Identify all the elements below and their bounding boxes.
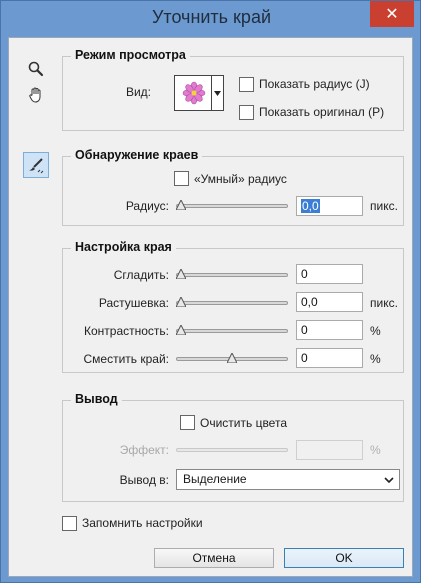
output-title: Вывод [71,392,122,406]
close-icon: ✕ [385,6,399,23]
dialog-body: Режим просмотра Вид: Показать радиус (J)… [8,37,413,577]
title-bar: Уточнить край ✕ [1,1,421,37]
contrast-unit: % [370,324,381,338]
show-original-label: Показать оригинал (P) [259,105,385,119]
slider-thumb[interactable] [176,269,186,279]
refine-edge-dialog: Уточнить край ✕ Режим просмотра Вид: Пок… [0,0,421,583]
contrast-slider[interactable] [176,325,288,337]
view-preview [177,78,211,108]
flower-icon [182,81,206,105]
amount-slider [176,444,288,456]
hand-tool[interactable] [23,82,49,108]
remember-settings-label: Запомнить настройки [82,516,203,530]
show-original-checkbox[interactable] [239,105,254,120]
show-radius-label: Показать радиус (J) [259,77,370,91]
refine-radius-tool[interactable] [23,152,49,178]
feather-unit: пикс. [370,296,398,310]
shift-edge-input[interactable]: 0 [296,348,363,368]
view-label: Вид: [125,85,151,99]
smooth-slider[interactable] [176,269,288,281]
show-radius-checkbox[interactable] [239,77,254,92]
smooth-input[interactable]: 0 [296,264,363,284]
amount-label: Эффект: [119,443,169,457]
radius-input[interactable]: 0,0 [296,196,363,216]
slider-track [176,448,288,452]
radius-value: 0,0 [301,199,320,213]
decontaminate-label: Очистить цвета [200,416,287,430]
slider-thumb[interactable] [227,353,237,363]
adjust-edge-title: Настройка края [71,240,176,254]
view-dropdown-toggle[interactable] [211,76,223,110]
zoom-tool[interactable] [23,56,49,82]
cancel-button[interactable]: Отмена [154,548,274,568]
zoom-icon [28,61,44,77]
ok-button[interactable]: OK [284,548,404,568]
view-picker[interactable] [174,75,224,111]
amount-unit: % [370,443,381,457]
smooth-label: Сгладить: [113,268,169,282]
output-to-label: Вывод в: [119,473,169,487]
output-group: Вывод Очистить цвета Эффект: % Вывод в: … [62,392,404,502]
window-title: Уточнить край [151,7,272,27]
close-button[interactable]: ✕ [370,1,414,27]
shift-edge-slider[interactable] [176,353,288,365]
output-to-value: Выделение [183,472,247,486]
smart-radius-checkbox[interactable] [174,171,189,186]
contrast-label: Контрастность: [83,324,169,338]
contrast-input[interactable]: 0 [296,320,363,340]
view-mode-group: Режим просмотра Вид: Показать радиус (J)… [62,48,404,131]
decontaminate-checkbox[interactable] [180,415,195,430]
view-mode-title: Режим просмотра [71,48,190,62]
edge-detection-title: Обнаружение краев [71,148,203,162]
hand-icon [29,87,41,103]
slider-track [176,329,288,333]
slider-track [176,204,288,208]
chevron-down-icon [384,477,394,484]
remember-settings-checkbox[interactable] [62,516,77,531]
feather-label: Растушевка: [98,296,169,310]
radius-unit: пикс. [370,199,398,213]
radius-slider[interactable] [176,200,288,212]
output-to-select[interactable]: Выделение [176,469,400,490]
slider-thumb[interactable] [176,325,186,335]
feather-slider[interactable] [176,297,288,309]
feather-input[interactable]: 0,0 [296,292,363,312]
shift-edge-label: Сместить край: [83,352,169,366]
slider-track [176,301,288,305]
shift-edge-unit: % [370,352,381,366]
smart-radius-label: «Умный» радиус [194,172,287,186]
slider-thumb[interactable] [176,200,186,210]
slider-track [176,273,288,277]
caret-down-icon [214,90,221,96]
adjust-edge-group: Настройка края Сгладить: 0 Растушевка: 0… [62,240,404,373]
radius-label: Радиус: [125,199,169,213]
edge-detection-group: Обнаружение краев «Умный» радиус Радиус:… [62,148,404,226]
amount-input [296,440,363,460]
refine-radius-brush-icon [29,158,44,174]
slider-thumb[interactable] [176,297,186,307]
